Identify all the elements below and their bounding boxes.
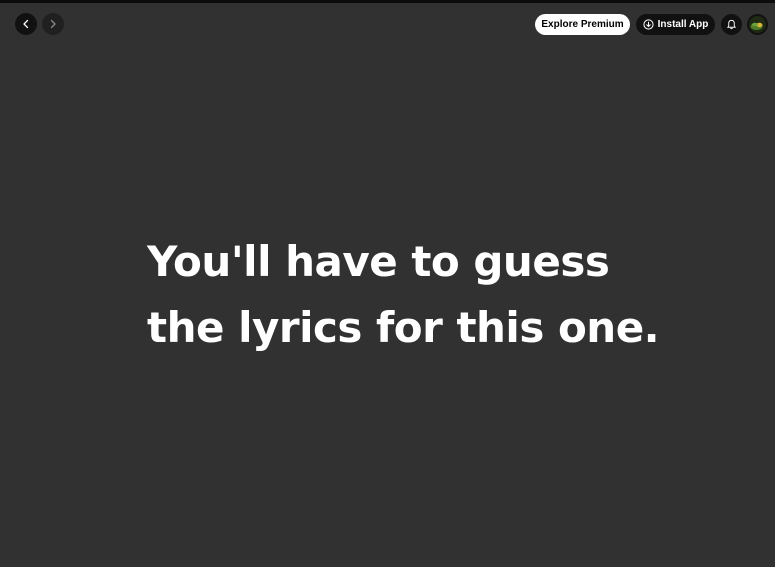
forward-button[interactable]	[42, 13, 64, 35]
top-bar: Explore Premium Install App	[0, 3, 775, 47]
message-line-2: the lyrics for this one.	[147, 303, 660, 352]
user-avatar[interactable]	[747, 14, 768, 35]
back-button[interactable]	[15, 13, 37, 35]
avatar-image	[749, 16, 766, 33]
download-circle-icon	[643, 19, 654, 30]
bell-icon	[726, 19, 737, 30]
explore-premium-button[interactable]: Explore Premium	[535, 14, 630, 35]
lyrics-view: Explore Premium Install App You'll have …	[0, 0, 775, 567]
chevron-right-icon	[50, 19, 56, 29]
notifications-button[interactable]	[721, 14, 742, 35]
chevron-left-icon	[23, 19, 29, 29]
install-app-button[interactable]: Install App	[636, 14, 715, 35]
message-line-1: You'll have to guess	[147, 237, 610, 286]
install-app-label: Install App	[657, 19, 709, 30]
explore-premium-label: Explore Premium	[541, 19, 624, 30]
lyrics-unavailable-message: You'll have to guess the lyrics for this…	[147, 229, 707, 361]
